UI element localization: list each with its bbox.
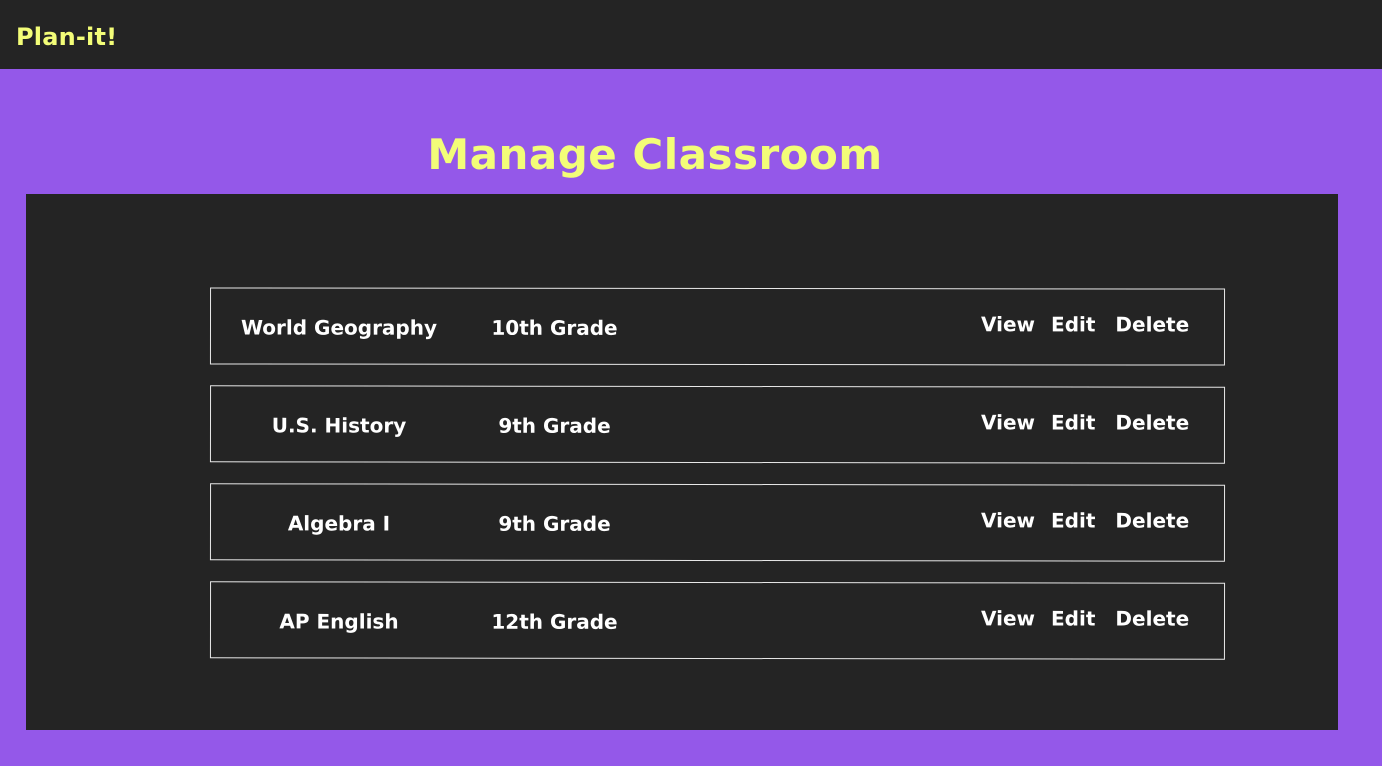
classroom-panel: World Geography 10th Grade View Edit Del… xyxy=(26,194,1338,730)
classroom-row: AP English 12th Grade View Edit Delete xyxy=(209,581,1226,660)
row-actions: View Edit Delete xyxy=(981,508,1189,532)
classroom-grade: 9th Grade xyxy=(498,413,611,438)
top-bar: Plan-it! xyxy=(0,0,1382,69)
view-button[interactable]: View xyxy=(981,410,1035,434)
row-actions: View Edit Delete xyxy=(981,312,1189,336)
classroom-row: World Geography 10th Grade View Edit Del… xyxy=(209,287,1226,366)
page: Plan-it! Manage Classroom World Geograph… xyxy=(0,0,1382,770)
classroom-grade: 9th Grade xyxy=(498,511,611,536)
classroom-grade: 10th Grade xyxy=(491,315,618,340)
classroom-name: AP English xyxy=(279,609,399,634)
edit-button[interactable]: Edit xyxy=(1051,606,1095,630)
app-logo[interactable]: Plan-it! xyxy=(16,22,117,52)
classroom-name: U.S. History xyxy=(271,413,407,438)
classroom-name: World Geography xyxy=(240,315,438,340)
classroom-row: Algebra I 9th Grade View Edit Delete xyxy=(209,483,1226,562)
main-content: Manage Classroom World Geography 10th Gr… xyxy=(0,69,1382,766)
classroom-list: World Geography 10th Grade View Edit Del… xyxy=(209,287,1226,680)
delete-button[interactable]: Delete xyxy=(1115,411,1189,435)
delete-button[interactable]: Delete xyxy=(1115,312,1189,336)
classroom-grade: 12th Grade xyxy=(491,609,618,634)
edit-button[interactable]: Edit xyxy=(1051,312,1095,336)
edit-button[interactable]: Edit xyxy=(1051,410,1095,434)
delete-button[interactable]: Delete xyxy=(1115,509,1189,533)
edit-button[interactable]: Edit xyxy=(1051,508,1095,532)
view-button[interactable]: View xyxy=(981,606,1035,630)
row-actions: View Edit Delete xyxy=(981,606,1189,630)
page-title: Manage Classroom xyxy=(427,130,883,179)
classroom-row: U.S. History 9th Grade View Edit Delete xyxy=(209,385,1226,464)
view-button[interactable]: View xyxy=(981,508,1035,532)
row-actions: View Edit Delete xyxy=(981,410,1189,434)
delete-button[interactable]: Delete xyxy=(1115,607,1189,631)
classroom-name: Algebra I xyxy=(287,511,391,536)
view-button[interactable]: View xyxy=(981,312,1035,336)
